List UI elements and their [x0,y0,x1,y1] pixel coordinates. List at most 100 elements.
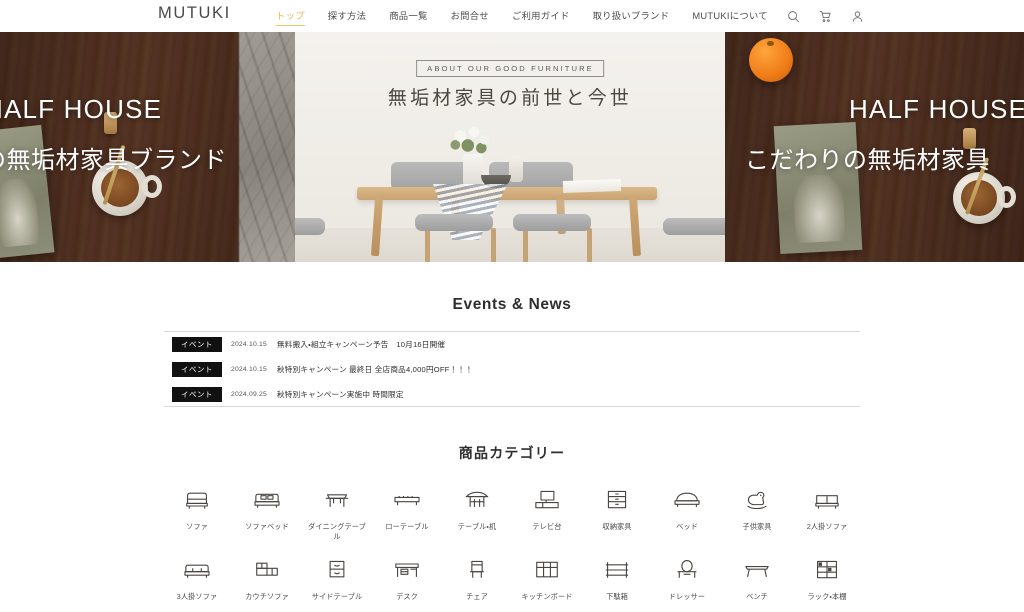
news-list: イベント 2024.10.15 無料搬入・組立キャンペーン予告 10月16日開催… [164,331,860,407]
category-item-dresser[interactable]: ドレッサー [652,553,722,602]
category-item-low-table[interactable]: ローテーブル [372,483,442,541]
news-text[interactable]: 秋特別キャンペーン実施中 時間限定 [277,389,404,400]
category-item-three-seat-sofa[interactable]: 3人掛ソファ [162,553,232,602]
nav-item-user-guide[interactable]: ご利用ガイド [512,8,570,24]
table-desk-icon [457,483,497,517]
desk-icon [387,553,427,587]
hero-slide-left[interactable]: HALF HOUSE の無垢材家具ブランド [0,32,295,262]
floor-band [295,228,725,262]
stool-seat [513,214,591,231]
category-item-bed[interactable]: ベッド [652,483,722,541]
couch-sofa-icon [247,553,287,587]
news-text[interactable]: 秋特別キャンペーン 最終日 全店商品4,000円OFF！！！ [277,364,473,375]
marble-texture [239,32,295,262]
category-item-storage[interactable]: 収納家具 [582,483,652,541]
nav-item-contact[interactable]: お問合せ [451,8,489,24]
category-item-chair[interactable]: チェア [442,553,512,602]
chair-icon [457,553,497,587]
category-label: サイドテーブル [311,592,363,602]
category-item-tv-stand[interactable]: テレビ台 [512,483,582,541]
category-item-desk[interactable]: デスク [372,553,442,602]
side-table-icon [317,553,357,587]
product-category-section: 商品カテゴリー ソファ ソファベッド ダイニングテーブル ローテーブル テーブル… [0,407,1024,602]
category-item-kids-furniture[interactable]: 子供家具 [722,483,792,541]
news-date: 2024.10.15 [230,341,267,348]
category-grid: ソファ ソファベッド ダイニングテーブル ローテーブル テーブル・机 テレビ台 … [162,483,862,602]
events-news-section: Events & News イベント 2024.10.15 無料搬入・組立キャン… [0,262,1024,407]
cart-icon[interactable] [819,10,832,23]
category-label: デスク [396,592,418,602]
hero-right-headline-jp: こだわりの無垢材家具 [745,147,990,174]
search-icon[interactable] [787,10,800,23]
three-seat-sofa-icon [177,553,217,587]
events-news-title: Events & News [452,296,572,313]
hero-center-badge: ABOUT OUR GOOD FURNITURE [416,60,604,77]
stool-leg [523,228,528,262]
low-table-icon [387,483,427,517]
account-icon[interactable] [851,10,864,23]
nav-item-product-list[interactable]: 商品一覧 [389,8,427,24]
dining-table-icon [317,483,357,517]
category-item-side-table[interactable]: サイドテーブル [302,553,372,602]
news-row[interactable]: イベント 2024.10.15 秋特別キャンペーン 最終日 全店商品4,000円… [164,357,860,382]
category-item-bench[interactable]: ベンチ [722,553,792,602]
mug-handle [997,186,1016,208]
two-seat-sofa-icon [807,483,847,517]
papers-prop [562,178,622,194]
category-item-two-seat-sofa[interactable]: 2人掛ソファ [792,483,862,541]
site-logo[interactable]: MUTUKI [158,4,231,23]
sofa-icon [177,483,217,517]
category-label: チェア [466,592,488,602]
category-item-rack-shelf[interactable]: ラック・本棚 [792,553,862,602]
stool-seat-edge [663,218,725,235]
nav-item-about[interactable]: MUTUKIについて [692,8,768,24]
hero-right-headline-en: HALF HOUSE [849,94,1024,124]
category-label: ベンチ [746,592,768,602]
category-label: ドレッサー [668,592,706,602]
category-label: ソファ [186,522,208,531]
news-badge: イベント [172,337,222,352]
category-label: ラック・本棚 [807,592,847,602]
category-label: ダイニングテーブル [308,522,366,541]
category-item-sofa[interactable]: ソファ [162,483,232,541]
vase-prop [463,154,483,187]
news-badge: イベント [172,386,222,402]
news-row[interactable]: イベント 2024.10.15 無料搬入・組立キャンペーン予告 10月16日開催 [164,332,860,357]
hero-carousel[interactable]: HALF HOUSE の無垢材家具ブランド ABOUT OUR GOOD FUR… [0,32,1024,262]
category-item-couch-sofa[interactable]: カウチソファ [232,553,302,602]
nav-item-how-to-search[interactable]: 探す方法 [328,8,366,24]
category-item-table-desk[interactable]: テーブル・机 [442,483,512,541]
category-item-sofa-bed[interactable]: ソファベッド [232,483,302,541]
category-label: 下駄箱 [606,592,628,602]
category-label: キッチンボード [521,592,573,602]
nav-item-brands[interactable]: 取り扱いブランド [593,8,670,24]
news-text[interactable]: 無料搬入・組立キャンペーン予告 10月16日開催 [277,339,445,350]
header-icon-group [787,0,864,32]
stool-leg [587,228,592,262]
tv-stand-icon [527,483,567,517]
category-item-dining-table[interactable]: ダイニングテーブル [302,483,372,541]
category-label: テーブル・机 [457,522,497,531]
stool-leg [491,228,496,262]
hero-center-headline: 無垢材家具の前世と今世 [387,88,633,109]
category-item-shoe-rack[interactable]: 下駄箱 [582,553,652,602]
news-date: 2024.10.15 [230,366,267,373]
nav-item-top[interactable]: トップ [276,8,305,27]
category-label: テレビ台 [532,522,562,531]
stool-seat-edge [295,218,325,235]
storage-icon [597,483,637,517]
category-item-kitchen-board[interactable]: キッチンボード [512,553,582,602]
shoe-rack-icon [597,553,637,587]
hero-slide-right[interactable]: HALF HOUSE こだわりの無垢材家具 [725,32,1024,262]
hero-left-headline-jp: の無垢材家具ブランド [0,147,227,174]
orange-fruit-prop [749,38,793,82]
site-header: MUTUKI トップ 探す方法 商品一覧 お問合せ ご利用ガイド 取り扱いブラン… [0,0,1024,32]
news-badge: イベント [172,362,222,377]
mug-handle [142,175,162,198]
hero-slide-center[interactable]: ABOUT OUR GOOD FURNITURE 無垢材家具の前世と今世 [295,32,725,262]
category-label: 子供家具 [742,522,772,531]
category-label: ベッド [676,522,698,531]
news-row[interactable]: イベント 2024.09.25 秋特別キャンペーン実施中 時間限定 [164,382,860,407]
category-label: ローテーブル [385,522,429,531]
dresser-icon [667,553,707,587]
